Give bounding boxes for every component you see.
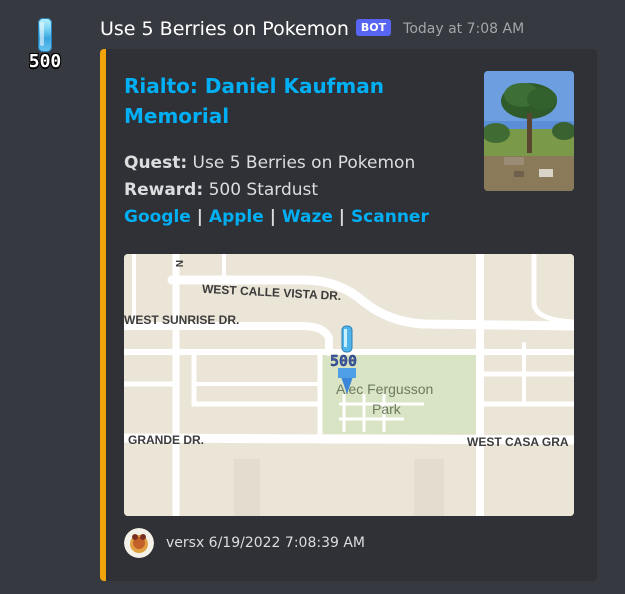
scanner-link[interactable]: Scanner [351,207,429,227]
footer-text: versx 6/19/2022 7:08:39 AM [166,535,365,551]
username[interactable]: Use 5 Berries on Pokemon [100,18,349,40]
embed-card: Rialto: Daniel Kaufman Memorial Quest: U… [100,49,597,581]
bot-tag: BOT [355,18,392,36]
street-label-grande: GRANDE DR. [128,433,204,447]
message-header: Use 5 Berries on Pokemon BOT Today at 7:… [100,16,524,42]
avatar-count: 500 [28,51,62,72]
map-links: Google | Apple | Waze | Scanner [124,207,429,227]
quest-value: Use 5 Berries on Pokemon [192,153,416,173]
google-link[interactable]: Google [124,207,191,227]
embed-title[interactable]: Rialto: Daniel Kaufman Memorial [124,71,444,131]
map-image[interactable]: WEST CALLE VISTA DR. WEST SUNRISE DR. GR… [124,254,574,516]
reward-field: Reward: 500 Stardust [124,177,429,204]
embed-fields: Quest: Use 5 Berries on Pokemon Reward: … [124,150,429,231]
waze-link[interactable]: Waze [282,207,333,227]
bot-avatar[interactable]: 500 [20,16,70,72]
street-label-sunrise: WEST SUNRISE DR. [124,313,239,327]
embed-footer: versx 6/19/2022 7:08:39 AM [124,528,365,558]
reward-value: 500 Stardust [208,180,319,200]
street-label-casa-grande: WEST CASA GRA [467,435,569,449]
reward-label: Reward: [124,180,204,200]
street-label-side: N [173,260,184,267]
berry-item-icon [38,18,52,52]
quest-label: Quest: [124,153,188,173]
apple-link[interactable]: Apple [209,207,264,227]
quest-field: Quest: Use 5 Berries on Pokemon [124,150,429,177]
marker-count: 500 [330,352,357,370]
pokestop-thumbnail[interactable] [484,71,574,191]
park-label-line2: Park [372,401,402,417]
message-timestamp[interactable]: Today at 7:08 AM [403,21,524,37]
footer-avatar [124,528,154,558]
